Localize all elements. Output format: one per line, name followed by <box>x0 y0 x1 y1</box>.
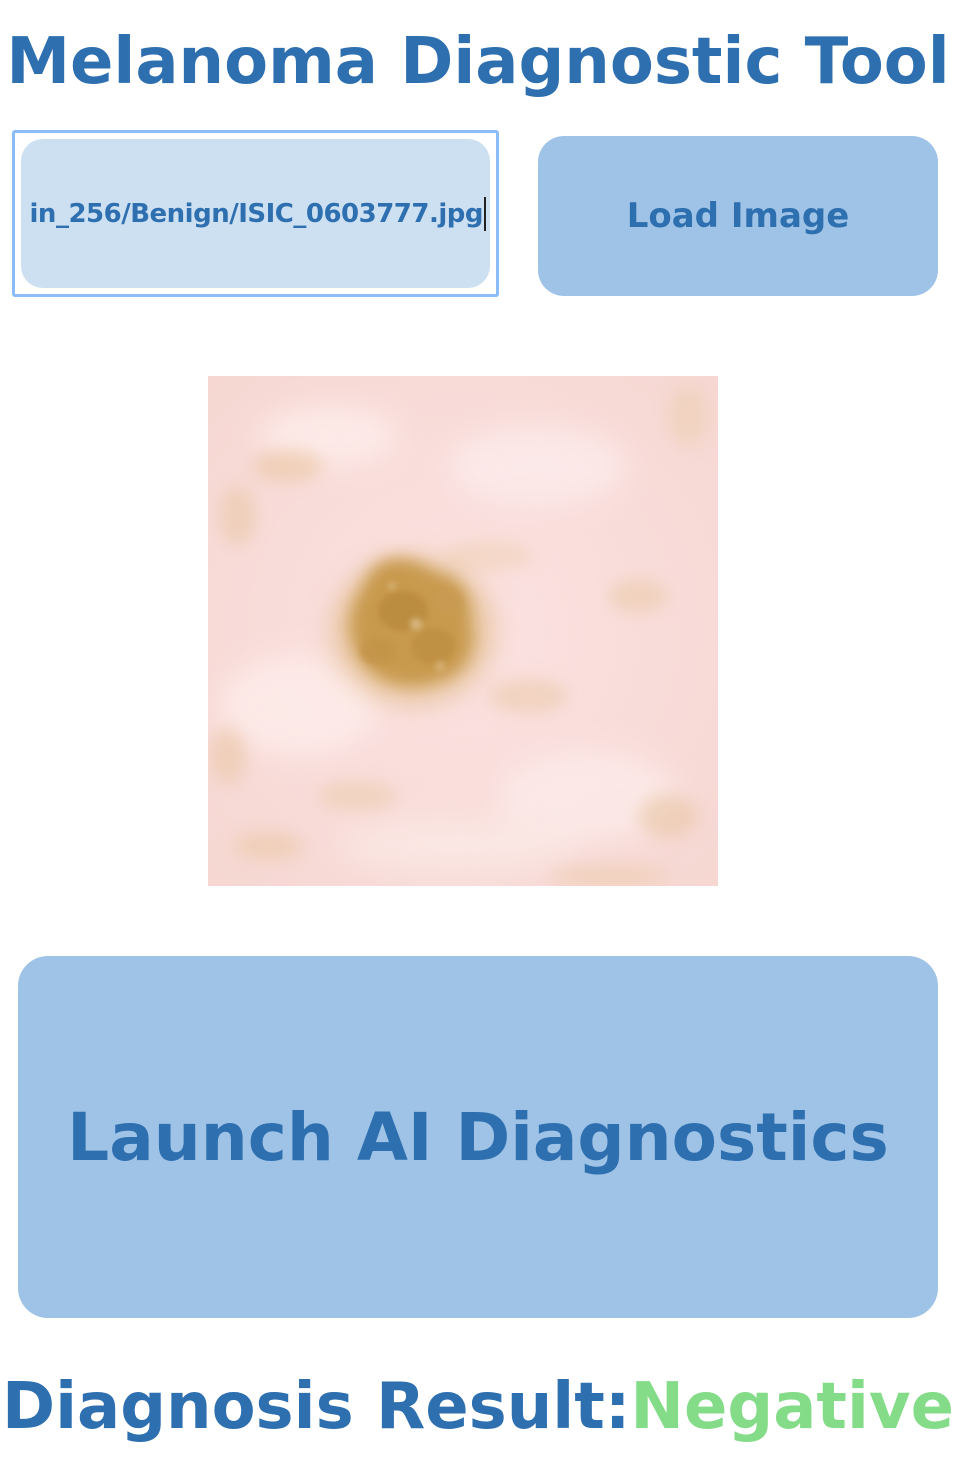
launch-ai-diagnostics-button[interactable]: Launch AI Diagnostics <box>18 956 938 1318</box>
file-path-value: in_256/Benign/ISIC_0603777.jpg <box>30 196 486 231</box>
load-image-button[interactable]: Load Image <box>538 136 938 296</box>
file-path-input[interactable]: in_256/Benign/ISIC_0603777.jpg <box>21 139 490 288</box>
diagnosis-result: Diagnosis Result: Negative <box>0 1362 956 1452</box>
diagnosis-result-value: Negative <box>630 1370 955 1444</box>
app-title: Melanoma Diagnostic Tool <box>6 25 950 99</box>
diagnosis-result-label: Diagnosis Result: <box>1 1370 631 1444</box>
file-path-input-focus-ring[interactable]: in_256/Benign/ISIC_0603777.jpg <box>12 130 499 297</box>
lesion-image <box>208 376 718 886</box>
